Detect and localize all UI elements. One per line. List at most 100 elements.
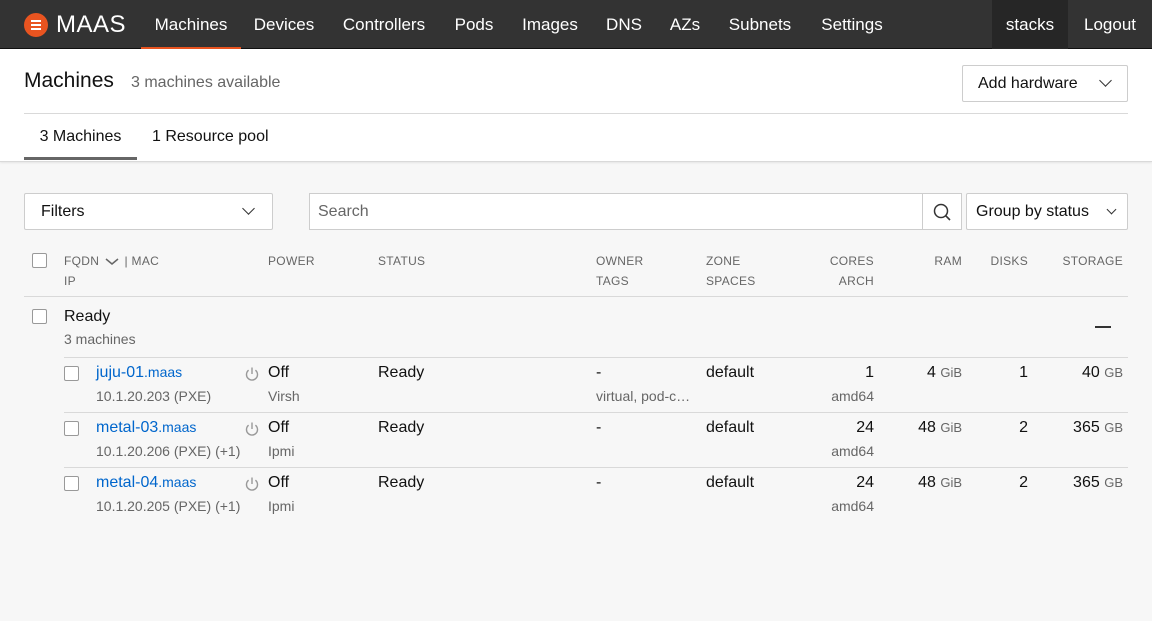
machine-storage: 365 GB	[1020, 419, 1123, 437]
collapse-group-icon[interactable]	[1095, 326, 1111, 328]
header-tags: TAGS	[596, 274, 629, 288]
nav-machines[interactable]: Machines	[141, 0, 241, 50]
nav-user[interactable]: stacks	[992, 0, 1068, 49]
machine-zone[interactable]: default	[706, 364, 754, 382]
storage-value: 365	[1073, 419, 1100, 436]
header-arch: ARCH	[838, 274, 874, 288]
machine-ram: 4 GiB	[880, 364, 962, 382]
maas-logo[interactable]: MAAS	[24, 11, 127, 38]
machine-ram: 48 GiB	[880, 474, 962, 492]
divider	[64, 357, 1128, 358]
top-navigation: MAAS Machines Devices Controllers Pods I…	[0, 0, 1152, 50]
nav-devices[interactable]: Devices	[241, 0, 327, 49]
storage-value: 40	[1081, 364, 1100, 381]
power-icon[interactable]	[244, 421, 260, 437]
maas-logo-icon	[24, 13, 48, 37]
nav-controllers[interactable]: Controllers	[328, 0, 440, 49]
search-icon	[933, 203, 951, 221]
page-title: Machines	[24, 69, 114, 92]
header-cores[interactable]: CORES	[800, 254, 874, 268]
add-hardware-button[interactable]: Add hardware	[962, 65, 1128, 102]
tab-machines[interactable]: 3 Machines	[24, 114, 137, 160]
nav-dns[interactable]: DNS	[592, 0, 656, 49]
header-power[interactable]: POWER	[268, 254, 315, 268]
ram-value: 48	[918, 474, 936, 491]
machine-name[interactable]: metal-03	[96, 419, 158, 436]
row-checkbox[interactable]	[64, 476, 79, 491]
header-status[interactable]: STATUS	[378, 254, 425, 268]
machine-tags: virtual, pod-c…	[596, 388, 691, 404]
machine-domain: .maas	[144, 364, 183, 380]
divider	[24, 296, 1128, 297]
machine-arch: amd64	[831, 443, 874, 459]
machine-status: Ready	[378, 474, 425, 491]
machine-zone[interactable]: default	[706, 419, 754, 437]
machine-name[interactable]: metal-04	[96, 474, 158, 491]
header-zone[interactable]: ZONE	[706, 254, 741, 268]
header-storage[interactable]: STORAGE	[1040, 254, 1123, 268]
machine-owner: -	[596, 364, 602, 381]
search-button[interactable]	[922, 193, 962, 230]
group-checkbox[interactable]	[32, 309, 47, 324]
ram-value: 48	[918, 419, 936, 436]
chevron-down-icon	[1099, 74, 1112, 87]
machine-fqdn-link[interactable]: metal-04.maas	[96, 474, 196, 492]
machine-zone[interactable]: default	[706, 474, 754, 492]
storage-unit: GB	[1104, 365, 1123, 380]
machine-cores: 24	[856, 419, 874, 436]
power-icon[interactable]	[244, 476, 260, 492]
chevron-down-icon	[242, 202, 255, 215]
nav-settings[interactable]: Settings	[806, 0, 898, 49]
header-ip[interactable]: IP	[64, 274, 76, 288]
nav-subnets[interactable]: Subnets	[714, 0, 806, 49]
storage-unit: GB	[1104, 420, 1123, 435]
machine-arch: amd64	[831, 388, 874, 404]
machine-owner: -	[596, 419, 602, 436]
group-by-label: Group by status	[976, 203, 1089, 220]
ram-unit: GiB	[940, 475, 962, 490]
ram-unit: GiB	[940, 420, 962, 435]
search-input[interactable]	[309, 193, 923, 230]
power-state: Off	[268, 419, 290, 436]
row-checkbox[interactable]	[64, 366, 79, 381]
divider	[64, 412, 1128, 413]
nav-azs[interactable]: AZs	[656, 0, 714, 49]
power-type: Ipmi	[268, 498, 295, 514]
header-fqdn[interactable]: FQDN | MAC	[64, 254, 159, 268]
machine-name[interactable]: juju-01	[96, 364, 144, 381]
filters-dropdown[interactable]: Filters	[24, 193, 273, 230]
header-disks[interactable]: DISKS	[980, 254, 1028, 268]
nav-pods[interactable]: Pods	[440, 0, 508, 49]
tab-resource-pools[interactable]: 1 Resource pool	[152, 114, 269, 160]
page-header: Machines 3 machines available Add hardwa…	[0, 49, 1152, 162]
select-all-checkbox[interactable]	[32, 253, 47, 268]
machine-cores: 1	[865, 364, 874, 381]
power-state: Off	[268, 364, 290, 381]
add-hardware-label: Add hardware	[978, 75, 1078, 92]
machine-status: Ready	[378, 419, 425, 436]
machine-status: Ready	[378, 364, 425, 381]
group-by-select[interactable]: Group by status	[966, 193, 1128, 230]
header-ram[interactable]: RAM	[900, 254, 962, 268]
machine-fqdn-link[interactable]: metal-03.maas	[96, 419, 196, 437]
machine-fqdn-link[interactable]: juju-01.maas	[96, 364, 182, 382]
divider	[64, 467, 1128, 468]
nav-images[interactable]: Images	[508, 0, 592, 49]
power-type: Virsh	[268, 388, 300, 404]
header-mac[interactable]: | MAC	[124, 254, 159, 268]
machine-ip: 10.1.20.206 (PXE) (+1)	[96, 443, 241, 459]
machine-ram: 48 GiB	[880, 419, 962, 437]
machine-domain: .maas	[158, 419, 197, 435]
machine-cores: 24	[856, 474, 874, 491]
row-checkbox[interactable]	[64, 421, 79, 436]
filters-label: Filters	[41, 203, 85, 220]
header-owner[interactable]: OWNER	[596, 254, 644, 268]
logo-text: MAAS	[56, 11, 127, 38]
power-icon[interactable]	[244, 366, 260, 382]
nav-logout[interactable]: Logout	[1068, 0, 1152, 49]
machine-storage: 365 GB	[1020, 474, 1123, 492]
storage-value: 365	[1073, 474, 1100, 491]
machine-storage: 40 GB	[1020, 364, 1123, 382]
ram-value: 4	[926, 364, 936, 381]
machine-ip: 10.1.20.205 (PXE) (+1)	[96, 498, 241, 514]
